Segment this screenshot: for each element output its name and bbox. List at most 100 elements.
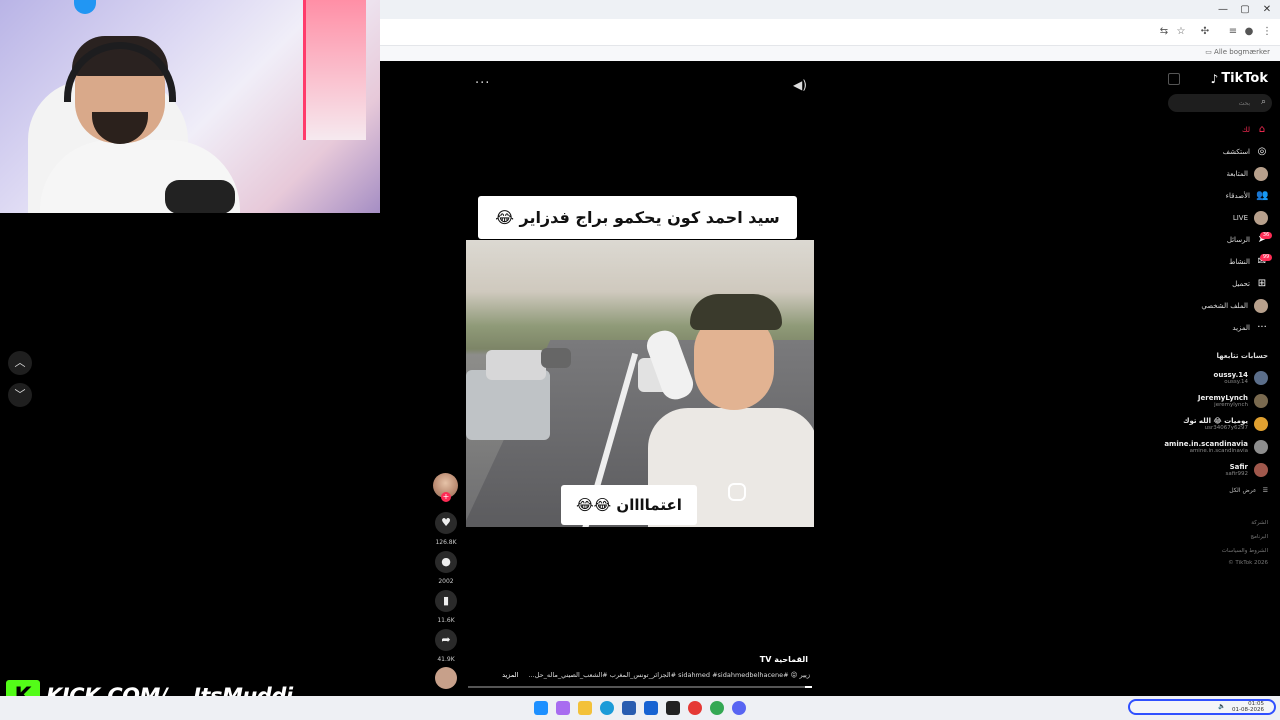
sound-icon[interactable]: ◀) bbox=[793, 78, 807, 92]
chevron-down-icon: ﹀ bbox=[14, 388, 26, 401]
video-player[interactable] bbox=[466, 240, 814, 527]
tiktok-logo[interactable]: ♪ TikTok bbox=[1211, 71, 1268, 86]
followed-account[interactable]: JeremyLynch jeremylynch bbox=[1198, 391, 1268, 411]
footer-company[interactable]: الشركة bbox=[1251, 520, 1268, 526]
star-icon[interactable]: ☆ bbox=[1174, 25, 1188, 39]
maximize-button[interactable]: ▢ bbox=[1234, 3, 1256, 17]
comment-icon[interactable]: ● bbox=[435, 551, 457, 573]
profile-icon bbox=[1254, 299, 1268, 313]
followed-account[interactable]: oussy.14 oussy.14 bbox=[1214, 368, 1268, 388]
sidebar-item-messages[interactable]: الرسائل ➤ 36 bbox=[1227, 231, 1272, 249]
activity-icon: ✉ 99 bbox=[1256, 254, 1272, 268]
store-icon[interactable] bbox=[622, 701, 636, 715]
next-video-button[interactable]: ﹀ bbox=[8, 383, 32, 407]
sidebar-item-profile[interactable]: الملف الشخصي bbox=[1201, 297, 1268, 315]
minimize-button[interactable]: — bbox=[1212, 3, 1234, 17]
extensions-icon[interactable]: ✣ bbox=[1198, 25, 1212, 39]
outlook-icon[interactable] bbox=[644, 701, 658, 715]
tab-bar bbox=[380, 0, 1280, 19]
sidebar-item-label: لك bbox=[1241, 126, 1250, 134]
search-input[interactable]: بحث ⌕ bbox=[1168, 94, 1272, 112]
see-all-button[interactable]: عرض الكل ☰ bbox=[1229, 487, 1268, 494]
account-name: Safir bbox=[1229, 463, 1248, 471]
account-handle: usr34067y6297 bbox=[1204, 425, 1248, 431]
file-explorer-icon[interactable] bbox=[578, 701, 592, 715]
video-caption-bottom: اعتماااان 😂😂 bbox=[561, 485, 697, 525]
followed-account[interactable]: Safir safir992 bbox=[1226, 460, 1268, 480]
copilot-icon[interactable] bbox=[556, 701, 570, 715]
sidebar-item-activity[interactable]: النشاط ✉ 99 bbox=[1228, 253, 1272, 271]
previous-video-button[interactable]: ︿ bbox=[8, 351, 32, 375]
followed-account[interactable]: amine.in.scandinavia amine.in.scandinavia bbox=[1164, 437, 1268, 457]
volume-icon[interactable]: 🔈 bbox=[1218, 703, 1225, 710]
address-bar[interactable] bbox=[380, 19, 1280, 46]
sidebar-item-label: استكشف bbox=[1222, 148, 1250, 156]
tabs-icon[interactable]: ≡ bbox=[1226, 25, 1240, 39]
app-icon[interactable] bbox=[688, 701, 702, 715]
avatar bbox=[1254, 440, 1268, 454]
tiktok-note-icon: ♪ bbox=[1210, 71, 1219, 86]
tiktok-wordmark: TikTok bbox=[1221, 71, 1268, 86]
like-action[interactable]: ♥ 126.8K bbox=[433, 512, 459, 546]
more-link[interactable]: المزيد bbox=[502, 671, 518, 679]
avatar bbox=[1254, 371, 1268, 385]
glove bbox=[642, 326, 698, 404]
video-progress[interactable] bbox=[468, 686, 812, 688]
all-bookmarks[interactable]: ▭ Alle bogmærker bbox=[1205, 45, 1270, 59]
sidebar-item-label: الأصدقاء bbox=[1225, 192, 1250, 200]
discord-icon[interactable] bbox=[732, 701, 746, 715]
profile-icon[interactable]: ● bbox=[1242, 25, 1256, 39]
see-all-label: عرض الكل bbox=[1229, 487, 1257, 494]
follow-plus-icon[interactable]: + bbox=[441, 492, 451, 502]
system-tray[interactable]: 🔈 01:05 01-08-2026 bbox=[1128, 699, 1276, 715]
sidebar-item-label: تحميل bbox=[1232, 280, 1250, 288]
sidebar-item-upload[interactable]: تحميل ⊞ bbox=[1232, 275, 1268, 293]
avatar bbox=[1254, 394, 1268, 408]
post-description: زيير 😝 #sidahmed #sidahmedbelhacene #الج… bbox=[470, 671, 810, 683]
account-handle: safir992 bbox=[1225, 471, 1248, 477]
sidebar-item-label: النشاط bbox=[1228, 258, 1250, 266]
followed-account[interactable]: يوميات 😂 الله توك usr34067y6297 bbox=[1183, 414, 1268, 434]
chevron-up-icon: ︿ bbox=[14, 356, 26, 369]
edge-icon[interactable] bbox=[600, 701, 614, 715]
collapse-sidebar-icon[interactable] bbox=[1168, 73, 1180, 85]
sidebar-item-compass[interactable]: استكشف ◎ bbox=[1223, 143, 1268, 161]
close-button[interactable]: ✕ bbox=[1256, 3, 1278, 17]
twitter-icon[interactable] bbox=[666, 701, 680, 715]
translate-icon[interactable]: ⇆ bbox=[1157, 25, 1171, 39]
save-action[interactable]: ▮ 11.6K bbox=[433, 590, 459, 624]
video-caption-top: سيد احمد كون يحكمو براج فدزاير 😂 bbox=[478, 196, 797, 239]
account-names: JeremyLynch jeremylynch bbox=[1198, 394, 1248, 408]
account-handle: amine.in.scandinavia bbox=[1189, 448, 1248, 454]
search-icon[interactable]: ⌕ bbox=[1261, 97, 1266, 107]
comment-action[interactable]: ● 2002 bbox=[433, 551, 459, 585]
bookmark-icon[interactable]: ▮ bbox=[435, 590, 457, 612]
creator-avatar[interactable]: + bbox=[433, 473, 458, 502]
sidebar-item-live[interactable]: LIVE bbox=[1233, 209, 1268, 227]
sidebar-item-more[interactable]: المزيد ··· bbox=[1232, 319, 1268, 337]
account-name: oussy.14 bbox=[1213, 371, 1248, 379]
windows-taskbar bbox=[0, 696, 1280, 720]
sound-avatar[interactable] bbox=[435, 667, 457, 689]
more-options-icon[interactable]: ··· bbox=[475, 76, 490, 91]
share-action[interactable]: ➦ 41.9K bbox=[433, 629, 459, 663]
start-icon[interactable] bbox=[534, 701, 548, 715]
footer-program[interactable]: البرنامج bbox=[1250, 534, 1268, 540]
post-author[interactable]: القماحية TV bbox=[760, 655, 808, 664]
browser-chrome: — ▢ ✕ ⇆ ☆ ✣ ≡ ● ⋮ ▭ Alle bogmærker bbox=[380, 0, 1280, 61]
share-icon[interactable]: ➦ bbox=[435, 629, 457, 651]
progress-fill bbox=[805, 686, 812, 688]
account-names: يوميات 😂 الله توك usr34067y6297 bbox=[1183, 417, 1248, 431]
footer-terms[interactable]: الشروط والسياسات bbox=[1222, 548, 1268, 554]
sidebar-item-following[interactable]: المتابعة bbox=[1227, 165, 1268, 183]
account-handle: oussy.14 bbox=[1224, 379, 1248, 385]
sidebar-item-home[interactable]: لك ⌂ bbox=[1242, 121, 1268, 139]
sidebar-item-friends[interactable]: الأصدقاء 👥 bbox=[1225, 187, 1269, 205]
heart-icon[interactable]: ♥ bbox=[435, 512, 457, 534]
comment-count: 2002 bbox=[438, 578, 454, 585]
chrome-icon[interactable] bbox=[710, 701, 724, 715]
menu-icon[interactable]: ⋮ bbox=[1260, 25, 1274, 39]
instagram-icon bbox=[728, 483, 746, 501]
upload-icon: ⊞ bbox=[1257, 278, 1267, 289]
notification-badge: 99 bbox=[1260, 254, 1272, 261]
